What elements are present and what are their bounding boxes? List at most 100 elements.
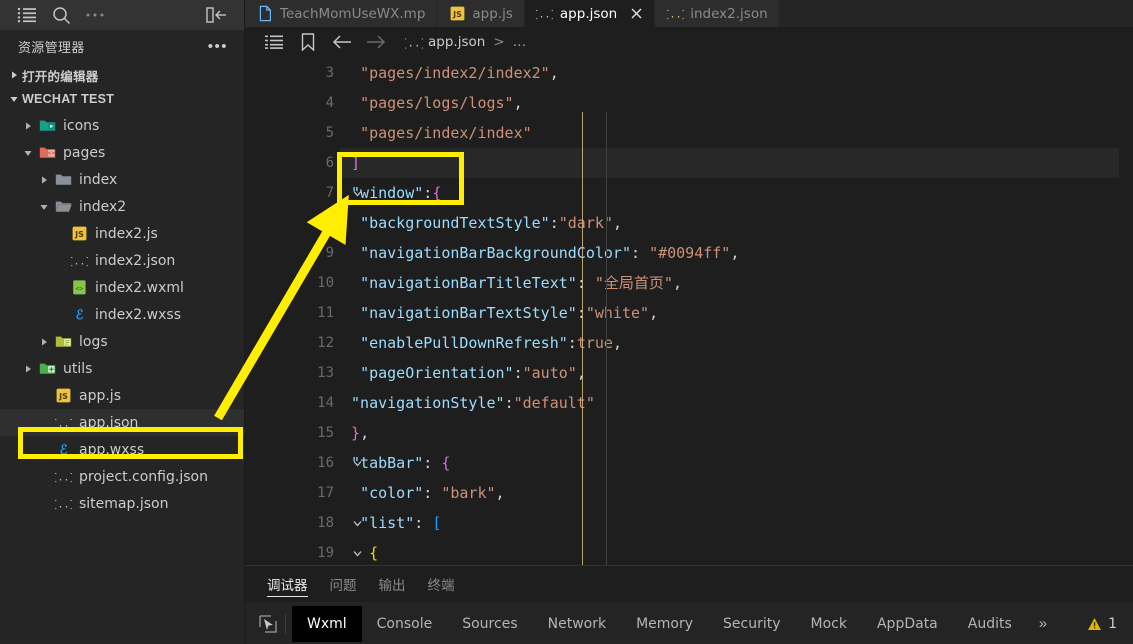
code-line[interactable]: "enablePullDownRefresh":true, xyxy=(340,328,1119,358)
code-line[interactable]: "color": "bark", xyxy=(340,478,1119,508)
file-tree-folder[interactable]: utils xyxy=(0,355,244,382)
code-line[interactable]: "list": [ xyxy=(340,508,1119,538)
panel-tab[interactable]: 输出 xyxy=(379,566,406,602)
file-tree-item[interactable]: {..} index2.json xyxy=(0,247,244,274)
file-tree-folder[interactable]: icons xyxy=(0,112,244,139)
svg-text:{..}: {..} xyxy=(71,256,88,267)
line-number-text: 5 xyxy=(325,125,334,141)
code-line[interactable]: "pageOrientation":"auto", xyxy=(340,358,1119,388)
warning-indicator[interactable]: 1 xyxy=(1087,616,1133,632)
code-line[interactable]: "tabBar": { xyxy=(340,448,1119,478)
code-token: : xyxy=(504,394,514,412)
file-tree-item[interactable]: JS app.js xyxy=(0,382,244,409)
line-number-text: 6 xyxy=(325,155,334,171)
devtools-tab[interactable]: Console xyxy=(362,606,448,642)
bookmark-icon[interactable] xyxy=(291,27,325,56)
wxss-icon: ℰ xyxy=(52,436,74,463)
code-line[interactable]: "navigationStyle":"default" xyxy=(340,388,1119,418)
editor-scrollbar[interactable] xyxy=(1119,56,1133,565)
code-token: ] xyxy=(351,154,361,172)
svg-text:<>: <> xyxy=(75,285,83,293)
file-tree-item[interactable]: ℰindex2.wxss xyxy=(0,301,244,328)
editor-actions[interactable] xyxy=(1100,0,1133,27)
code-line[interactable]: "pages/index2/index2", xyxy=(340,58,1119,88)
sidebar-section-wechat-test[interactable]: WECHAT TEST xyxy=(0,87,244,111)
code-token: "window" xyxy=(351,184,424,202)
devtools-tab[interactable]: Sources xyxy=(447,606,532,642)
code-token: "dark" xyxy=(558,214,613,232)
file-tree-item-label: app.js xyxy=(79,387,121,404)
code-line[interactable]: }, xyxy=(340,418,1119,448)
devtools-tab[interactable]: Wxml xyxy=(292,605,362,642)
devtools-tab[interactable]: AppData xyxy=(862,606,953,642)
devtools-tab[interactable]: Memory xyxy=(621,606,708,642)
sidebar-section-open-editors[interactable]: 打开的编辑器 xyxy=(0,63,244,87)
editor-tab[interactable]: TeachMomUseWX.mp xyxy=(245,0,438,27)
code-token: "navigationStyle" xyxy=(351,394,505,412)
file-tree-item[interactable]: {..} app.json xyxy=(0,409,244,436)
code-token: } xyxy=(351,424,361,442)
panel-tab[interactable]: 终端 xyxy=(428,566,455,602)
code-editor[interactable]: 3 4 5 6 7 8 9 10 11 12 13 14 15 16 17 18 19 "pages/index… xyxy=(245,56,1133,565)
file-tree-folder[interactable]: logs xyxy=(0,328,244,355)
back-arrow-icon[interactable] xyxy=(325,27,359,56)
code-line[interactable]: "pages/logs/logs", xyxy=(340,88,1119,118)
collapse-sidebar-icon[interactable] xyxy=(200,0,234,30)
chevron-right-icon xyxy=(36,175,52,185)
file-tree-item[interactable]: {..} project.config.json xyxy=(0,463,244,490)
js-icon: JS xyxy=(68,220,90,247)
file-tree-folder[interactable]: <> pages xyxy=(0,139,244,166)
breadcrumb-file[interactable]: app.json xyxy=(428,34,485,50)
code-line[interactable]: "navigationBarTextStyle":"white", xyxy=(340,298,1119,328)
file-tree-item[interactable]: <> index2.wxml xyxy=(0,274,244,301)
json-icon: {..} xyxy=(52,409,74,436)
code-content[interactable]: "pages/index2/index2", "pages/logs/logs"… xyxy=(340,56,1119,565)
devtools-tab[interactable]: Security xyxy=(708,606,796,642)
file-tree-item[interactable]: ℰapp.wxss xyxy=(0,436,244,463)
file-tree-folder[interactable]: index xyxy=(0,166,244,193)
element-picker-icon[interactable] xyxy=(253,602,283,644)
outline-icon[interactable] xyxy=(257,27,291,56)
devtools-tab[interactable]: Network xyxy=(533,606,621,642)
list-icon[interactable] xyxy=(10,0,44,30)
editor-tab[interactable]: {..} app.json xyxy=(524,0,656,27)
code-token: : xyxy=(549,214,559,232)
json-icon: {..} xyxy=(666,5,684,22)
code-line[interactable]: "navigationBarTitleText": "全局首页", xyxy=(340,268,1119,298)
code-token: "#0094ff" xyxy=(649,244,731,262)
devtools-tab[interactable]: Mock xyxy=(796,606,862,642)
file-tree-item[interactable]: JS index2.js xyxy=(0,220,244,247)
forward-arrow-icon[interactable] xyxy=(359,27,393,56)
code-line[interactable]: "backgroundTextStyle":"dark", xyxy=(340,208,1119,238)
devtools-more-button[interactable]: » xyxy=(1027,606,1059,642)
file-tree-item[interactable]: {..} sitemap.json xyxy=(0,490,244,517)
code-token: : xyxy=(576,274,595,292)
code-line[interactable]: { xyxy=(340,538,1119,565)
svg-text:{..}: {..} xyxy=(55,472,72,483)
panel-tab[interactable]: 调试器 xyxy=(267,566,308,602)
close-icon[interactable] xyxy=(629,7,643,21)
search-icon[interactable] xyxy=(44,0,78,30)
explorer-more-icon[interactable]: ••• xyxy=(208,39,228,54)
code-line[interactable]: ] xyxy=(340,148,1119,178)
code-line[interactable]: "navigationBarBackgroundColor": "#0094ff… xyxy=(340,238,1119,268)
json-icon: {..} xyxy=(68,247,90,274)
line-number: 15 xyxy=(245,418,340,448)
editor-tab[interactable]: {..} index2.json xyxy=(655,0,780,27)
file-tree-folder[interactable]: index2 xyxy=(0,193,244,220)
code-token: , xyxy=(513,94,523,112)
line-number-text: 19 xyxy=(317,545,334,561)
code-line[interactable]: "pages/index/index" xyxy=(340,118,1119,148)
code-line[interactable]: "window":{ xyxy=(340,178,1119,208)
ellipsis-icon[interactable] xyxy=(78,0,112,30)
devtools-tab[interactable]: Audits xyxy=(953,606,1027,642)
warning-triangle-icon xyxy=(1087,617,1102,631)
line-number-text: 10 xyxy=(317,275,334,291)
code-token: "tabBar" xyxy=(351,454,424,472)
panel-tab[interactable]: 问题 xyxy=(330,566,357,602)
editor-tab[interactable]: JS app.js xyxy=(437,0,525,27)
breadcrumb-tail[interactable]: … xyxy=(513,34,527,50)
